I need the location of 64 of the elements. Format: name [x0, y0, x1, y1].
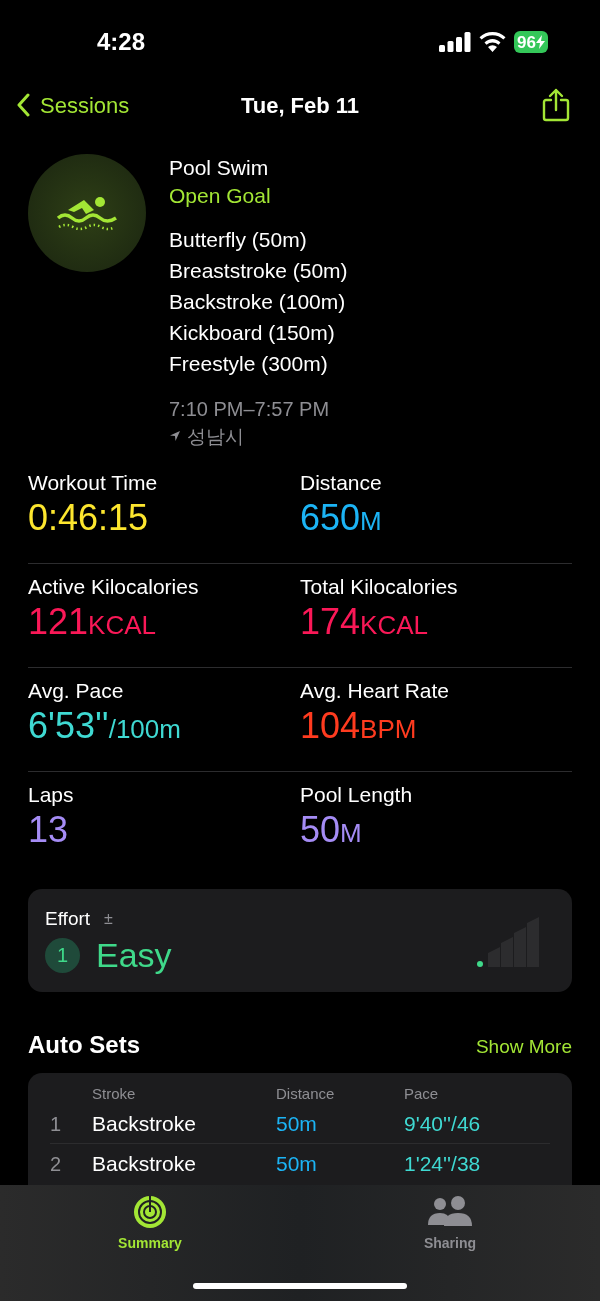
location: 성남시	[187, 424, 244, 449]
stroke-summary: Freestyle (300m)	[169, 351, 329, 377]
section-title: Auto Sets	[28, 1030, 140, 1060]
metric-unit: M	[340, 817, 362, 850]
time-range: 7:10 PM–7:57 PM	[169, 397, 331, 422]
table-cell-text: Backstroke	[92, 1111, 197, 1138]
metric-label: Laps	[28, 782, 75, 808]
swimmer-icon	[56, 194, 118, 232]
workout-goal: Open Goal	[169, 183, 272, 209]
row-number: 2	[50, 1151, 63, 1177]
column-header: Distance	[276, 1083, 336, 1104]
column-header: Pace	[404, 1083, 440, 1104]
effort-score: 1	[45, 937, 80, 973]
metric-label: Avg. Pace	[28, 678, 125, 704]
plus-minus-icon: ±	[104, 907, 113, 931]
metric-value: 0:46:15	[28, 496, 149, 540]
effort-title: Effort	[45, 908, 91, 930]
charging-icon	[536, 35, 545, 49]
metric-label: Avg. Heart Rate	[300, 678, 451, 704]
metric-label: Total Kilocalories	[300, 574, 459, 600]
rings-icon	[133, 1195, 167, 1229]
metric-unit: KCAL	[360, 609, 428, 642]
share-button[interactable]	[542, 88, 570, 122]
nav-title: Tue, Feb 11	[240, 91, 360, 120]
metric-value: 104	[300, 704, 361, 748]
metric-value: 121	[28, 600, 89, 644]
metric-label: Workout Time	[28, 470, 159, 496]
effort-rating: Easy	[96, 935, 172, 975]
tab-item[interactable]: Summary	[0, 1185, 300, 1254]
location-arrow-icon	[169, 430, 181, 442]
table-cell-text: 1'24''/38	[404, 1150, 482, 1177]
metric-label: Distance	[300, 470, 383, 496]
metric-value: 13	[28, 808, 69, 852]
metric-value: 174	[300, 600, 361, 644]
status-time: 4:28	[95, 27, 145, 57]
stroke-summary: Kickboard (150m)	[169, 320, 336, 346]
wifi-icon	[479, 32, 507, 52]
row-number: 1	[50, 1112, 63, 1137]
metric-unit: /100m	[108, 714, 181, 746]
show-more-link[interactable]: Show More	[475, 1033, 572, 1062]
stroke-summary: Backstroke (100m)	[169, 289, 347, 315]
people-icon	[427, 1195, 473, 1229]
stroke-summary: Breaststroke (50m)	[169, 258, 348, 284]
table-cell-text: 9'40''/46	[404, 1111, 482, 1138]
column-header: Stroke	[92, 1083, 137, 1104]
table-cell-text: 50m	[276, 1111, 318, 1138]
metric-unit: M	[360, 505, 382, 538]
metric-unit: BPM	[360, 713, 417, 746]
metric-value: 650	[300, 496, 361, 540]
back-button[interactable]: Sessions	[16, 88, 130, 122]
tab-item[interactable]: Sharing	[300, 1185, 600, 1254]
table-cell-text: Backstroke	[92, 1150, 197, 1177]
metric-value: 6'53''	[28, 704, 109, 748]
chevron-left-icon	[16, 93, 30, 117]
effort-card[interactable]: Effort ± 1 Easy	[28, 889, 572, 992]
workout-type: Pool Swim	[169, 155, 270, 181]
metric-label: Active Kilocalories	[28, 574, 200, 600]
metric-unit: KCAL	[88, 609, 156, 642]
battery-icon: 96	[514, 31, 548, 53]
signal-icon	[439, 32, 472, 52]
stroke-summary: Butterfly (50m)	[169, 227, 308, 253]
table-cell-text: 50m	[276, 1150, 318, 1177]
metric-value: 50	[300, 808, 341, 852]
metric-label: Pool Length	[300, 782, 414, 808]
